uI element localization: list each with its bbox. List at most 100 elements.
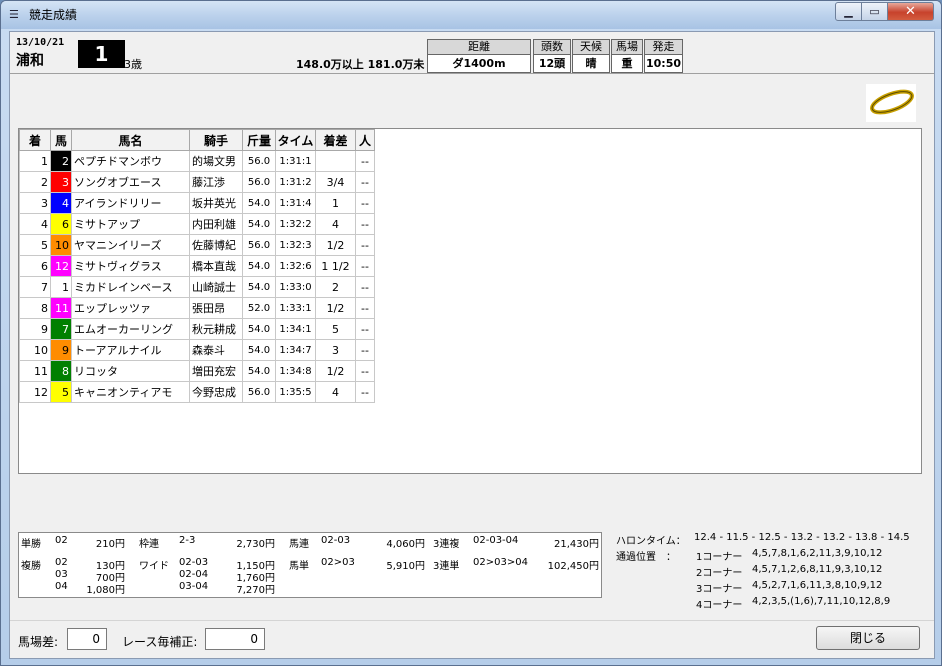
margin-cell: 1 <box>315 192 356 214</box>
position-cell: 12 <box>19 381 51 403</box>
corner-name: 4コーナー <box>696 600 743 611</box>
payout-sanrenpuku-combo: 02-03-04 <box>473 535 519 546</box>
table-row[interactable]: 2 3 ソングオブエース 藤江渉 56.0 1:31:2 3/4 -- <box>19 171 375 193</box>
popularity-cell: -- <box>355 339 375 361</box>
popularity-cell: -- <box>355 213 375 235</box>
table-row[interactable]: 5 10 ヤマニンイリーズ 佐藤博紀 56.0 1:32:3 1/2 -- <box>19 234 375 256</box>
furlong-times: 12.4 - 11.5 - 12.5 - 13.2 - 13.2 - 13.8 … <box>694 532 910 543</box>
margin-cell: 1 1/2 <box>315 255 356 277</box>
info-going: 馬場 重 <box>611 39 643 73</box>
col-header-horse-name[interactable]: 馬名 <box>71 129 190 151</box>
payout-win-combo: 02 <box>55 535 68 546</box>
maximize-button[interactable]: ▭ <box>862 2 888 21</box>
time-cell: 1:34:8 <box>275 360 316 382</box>
col-header-jockey[interactable]: 騎手 <box>189 129 243 151</box>
window-title: 競走成績 <box>29 8 78 22</box>
table-row[interactable]: 7 1 ミカドレインベース 山崎誠士 54.0 1:33:0 2 -- <box>19 276 375 298</box>
horse-name-cell: キャニオンティアモ <box>71 381 190 403</box>
position-cell: 3 <box>19 192 51 214</box>
weight-cell: 56.0 <box>242 171 276 193</box>
col-header-margin[interactable]: 着差 <box>315 129 356 151</box>
race-number: 1 <box>78 40 125 68</box>
margin-cell: 3 <box>315 339 356 361</box>
position-cell: 10 <box>19 339 51 361</box>
position-cell: 5 <box>19 234 51 256</box>
col-header-position[interactable]: 着 <box>19 129 51 151</box>
footer-bar: 馬場差: 0 レース毎補正: 0 閉じる <box>10 620 934 658</box>
race-header: 13/10/21 浦和 1 3歳 148.0万以上 181.0万未 距離 ダ14… <box>10 32 934 74</box>
race-class: 3歳 <box>124 58 142 71</box>
table-row[interactable]: 10 9 トーアアルナイル 森泰斗 54.0 1:34:7 3 -- <box>19 339 375 361</box>
table-row[interactable]: 12 5 キャニオンティアモ 今野忠成 56.0 1:35:5 4 -- <box>19 381 375 403</box>
horse-number-cell: 4 <box>50 192 72 214</box>
payout-win-label: 単勝 <box>21 539 41 550</box>
close-window-button[interactable]: ✕ <box>888 2 934 21</box>
popularity-cell: -- <box>355 171 375 193</box>
jockey-cell: 今野忠成 <box>189 381 243 403</box>
time-cell: 1:33:0 <box>275 276 316 298</box>
time-cell: 1:32:6 <box>275 255 316 277</box>
position-cell: 6 <box>19 255 51 277</box>
info-header: 距離 <box>428 40 530 55</box>
horse-name-cell: エムオーカーリング <box>71 318 190 340</box>
table-row[interactable]: 3 4 アイランドリリー 坂井英光 54.0 1:31:4 1 -- <box>19 192 375 214</box>
track-diff-input[interactable]: 0 <box>67 628 107 650</box>
payout-waku-combo: 2-3 <box>179 535 196 546</box>
race-adjust-input[interactable]: 0 <box>205 628 265 650</box>
table-row[interactable]: 8 11 エップレッツァ 張田昂 52.0 1:33:1 1/2 -- <box>19 297 375 319</box>
weight-cell: 54.0 <box>242 318 276 340</box>
results-table[interactable]: 着 馬 馬名 騎手 斤量 タイム 着差 人 1 2 ペプチドマンボウ 的場文男 56.0… <box>18 128 922 474</box>
margin-cell: 4 <box>315 381 356 403</box>
margin-cell: 3/4 <box>315 171 356 193</box>
payout-place-combo: 03 <box>55 569 68 580</box>
corner-order: 4,2,3,5,(1,6),7,11,10,12,8,9 <box>752 596 891 607</box>
weight-cell: 56.0 <box>242 381 276 403</box>
col-header-time[interactable]: タイム <box>275 129 316 151</box>
horse-name-cell: アイランドリリー <box>71 192 190 214</box>
horse-number-cell: 8 <box>50 360 72 382</box>
table-row[interactable]: 1 2 ペプチドマンボウ 的場文男 56.0 1:31:1 -- <box>19 150 375 172</box>
corner-name: 2コーナー <box>696 568 743 579</box>
payout-sanrenpuku-label: 3連複 <box>433 539 460 550</box>
time-cell: 1:31:1 <box>275 150 316 172</box>
table-row[interactable]: 6 12 ミサトヴィグラス 橋本直哉 54.0 1:32:6 1 1/2 -- <box>19 255 375 277</box>
info-header: 天候 <box>573 40 609 55</box>
position-cell: 1 <box>19 150 51 172</box>
track-name: 浦和 <box>16 53 44 69</box>
corner-order: 4,5,2,7,1,6,11,3,8,10,9,12 <box>752 580 883 591</box>
position-cell: 7 <box>19 276 51 298</box>
payout-wide-combo: 02-03 <box>179 557 209 568</box>
race-adjust-label: レース毎補正: <box>122 635 198 649</box>
weight-cell: 56.0 <box>242 150 276 172</box>
jockey-cell: 的場文男 <box>189 150 243 172</box>
payout-place-combo: 02 <box>55 557 68 568</box>
margin-cell: 1/2 <box>315 297 356 319</box>
margin-cell: 1/2 <box>315 234 356 256</box>
table-row[interactable]: 11 8 リコッタ 増田充宏 54.0 1:34:8 1/2 -- <box>19 360 375 382</box>
table-row[interactable]: 4 6 ミサトアップ 内田利雄 54.0 1:32:2 4 -- <box>19 213 375 235</box>
title-bar[interactable]: ☰ 競走成績 ▁ ▭ ✕ <box>1 1 941 29</box>
info-value: ダ1400m <box>452 57 506 70</box>
info-header: 発走 <box>645 40 682 55</box>
minimize-button[interactable]: ▁ <box>835 2 862 21</box>
payout-sanrentan-combo: 02>03>04 <box>473 557 528 568</box>
table-row[interactable]: 9 7 エムオーカーリング 秋元耕成 54.0 1:34:1 5 -- <box>19 318 375 340</box>
jockey-cell: 藤江渉 <box>189 171 243 193</box>
col-header-popularity[interactable]: 人 <box>355 129 375 151</box>
race-date: 13/10/21 <box>16 37 65 48</box>
position-cell: 9 <box>19 318 51 340</box>
payout-place-label: 複勝 <box>21 561 41 572</box>
payout-umaren-combo: 02-03 <box>321 535 351 546</box>
close-button[interactable]: 閉じる <box>816 626 920 650</box>
jockey-cell: 森泰斗 <box>189 339 243 361</box>
horse-name-cell: ヤマニンイリーズ <box>71 234 190 256</box>
jockey-cell: 坂井英光 <box>189 192 243 214</box>
horse-name-cell: ミサトヴィグラス <box>71 255 190 277</box>
corner-name: 1コーナー <box>696 552 743 563</box>
col-header-weight[interactable]: 斤量 <box>242 129 276 151</box>
info-value: 重 <box>621 57 633 70</box>
payout-sanrentan-amount: 102,450円 <box>547 561 599 572</box>
payout-place-combo: 04 <box>55 581 68 592</box>
col-header-horse-number[interactable]: 馬 <box>50 129 72 151</box>
margin-cell: 5 <box>315 318 356 340</box>
